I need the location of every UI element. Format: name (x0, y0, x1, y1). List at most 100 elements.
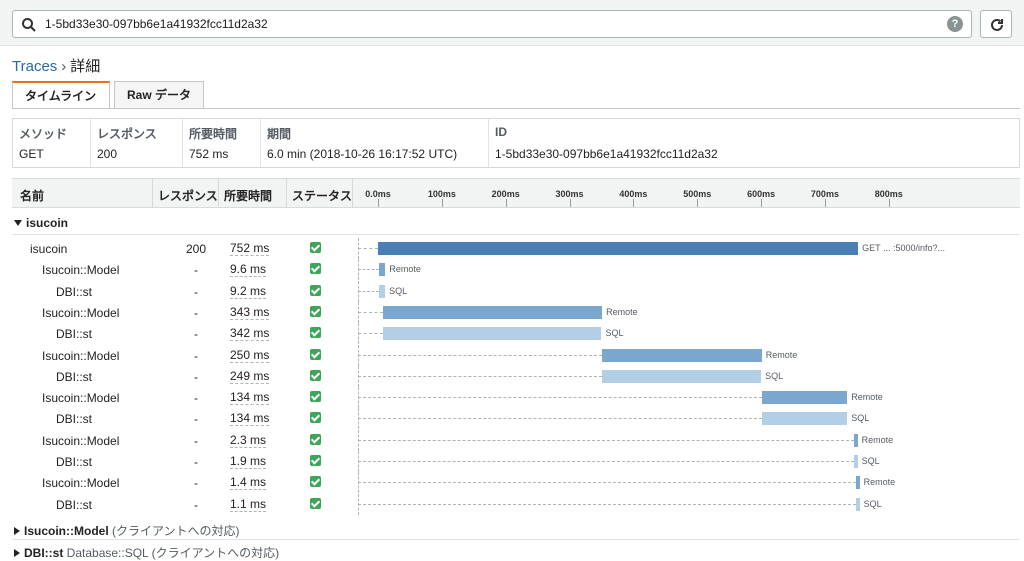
segment-duration[interactable]: 9.6 ms (230, 263, 267, 278)
segment-bar-label: GET ... :5000/info?... (862, 243, 946, 253)
segment-name: Isucoin::Model (42, 305, 120, 320)
segment-response: - (194, 284, 198, 299)
help-icon[interactable]: ? (947, 16, 963, 32)
segment-bar-label: SQL (861, 456, 880, 466)
axis-tick-label: 200ms (491, 189, 520, 199)
segment-duration[interactable]: 249 ms (230, 369, 270, 384)
collapsed-group-dbi-st[interactable]: DBI::st Database::SQL (クライアントへの対応) (14, 544, 279, 561)
axis-tick-mark (888, 199, 890, 207)
segment-duration[interactable]: 2.3 ms (230, 433, 267, 448)
axis-tick-label: 500ms (683, 189, 712, 199)
tree-connector (358, 482, 856, 484)
segment-row[interactable]: Isucoin::Model - 9.6 ms Remote (0, 259, 1024, 281)
segment-duration[interactable]: 250 ms (230, 348, 270, 363)
tree-connector (358, 354, 603, 356)
segment-response: - (194, 369, 198, 384)
check-icon (310, 476, 321, 488)
segment-bar[interactable] (853, 455, 858, 468)
col-duration[interactable]: 所要時間 (224, 187, 272, 204)
segment-row[interactable]: DBI::st - 1.9 ms SQL (0, 451, 1024, 472)
segment-bar-label: Remote (606, 306, 638, 317)
segment-name: Isucoin::Model (42, 391, 120, 406)
tree-connector (358, 397, 762, 399)
segment-duration[interactable]: 343 ms (230, 305, 270, 320)
segment-bar[interactable] (378, 242, 859, 255)
trace-search-input[interactable]: 1-5bd33e30-097bb6e1a41932fcc11d2a32 ? (12, 10, 972, 38)
segment-row[interactable]: Isucoin::Model - 134 ms Remote (0, 387, 1024, 409)
group-isucoin[interactable]: isucoin (14, 216, 68, 230)
segment-row[interactable]: Isucoin::Model - 2.3 ms Remote (0, 429, 1024, 451)
segment-bar[interactable] (602, 369, 762, 383)
segment-duration[interactable]: 752 ms (230, 242, 270, 256)
segment-bar-label: SQL (851, 413, 870, 424)
col-response[interactable]: レスポンス (158, 187, 218, 204)
segment-row[interactable]: Isucoin::Model - 343 ms Remote (0, 301, 1024, 323)
axis-tick-mark (378, 199, 379, 207)
segment-bar[interactable] (379, 263, 386, 277)
breadcrumb: Traces › 詳細 (12, 55, 100, 76)
breadcrumb-current: 詳細 (70, 58, 101, 75)
segment-response: - (194, 327, 198, 342)
collapsed-group-isucoin-model[interactable]: Isucoin::Model (クライアントへの対応) (14, 522, 240, 539)
top-bar: 1-5bd33e30-097bb6e1a41932fcc11d2a32 ? (0, 0, 1024, 46)
segment-bar[interactable] (383, 327, 602, 341)
axis-tick-label: 600ms (747, 189, 776, 199)
timeline-table-header: 名前 レスポンス 所要時間 ステータス 0.0ms 100ms 200ms 300ms… (12, 178, 1020, 208)
caret-right-icon (14, 549, 20, 557)
segment-row[interactable]: DBI::st - 134 ms SQL (0, 408, 1024, 430)
refresh-icon (991, 18, 1003, 31)
segment-duration[interactable]: 134 ms (230, 412, 270, 427)
segment-name: Isucoin::Model (42, 263, 120, 278)
search-value[interactable]: 1-5bd33e30-097bb6e1a41932fcc11d2a32 (45, 17, 268, 31)
segment-bar[interactable] (761, 391, 848, 405)
trace-summary: メソッド GET レスポンス 200 所要時間 752 ms 期間 6.0 min (2… (12, 118, 1020, 168)
check-icon (310, 433, 321, 445)
segment-bar-label: Remote (765, 349, 798, 360)
tree-connector (358, 269, 380, 271)
check-icon (310, 391, 321, 403)
tab-timeline[interactable]: タイムライン (12, 81, 110, 109)
segment-bar[interactable] (379, 284, 386, 298)
segment-response: - (194, 476, 198, 491)
segment-bar[interactable] (761, 412, 848, 426)
axis-tick-mark (505, 199, 507, 207)
segment-bar[interactable] (602, 348, 762, 362)
breadcrumb-traces-link[interactable]: Traces (12, 58, 57, 75)
segment-bar-label: SQL (863, 498, 882, 509)
caret-right-icon (14, 527, 20, 535)
segment-row[interactable]: DBI::st - 342 ms SQL (0, 323, 1024, 345)
breadcrumb-separator: › (61, 58, 67, 75)
segment-row[interactable]: DBI::st - 249 ms SQL (0, 365, 1024, 387)
segment-bar[interactable] (853, 433, 858, 447)
segment-response: - (194, 433, 198, 448)
segment-bar[interactable] (855, 476, 860, 490)
segment-name: DBI::st (56, 412, 93, 427)
refresh-button[interactable] (980, 10, 1012, 38)
segment-duration[interactable]: 342 ms (230, 327, 270, 342)
segment-row[interactable]: isucoin 200 752 ms GET ... :5000/info?... (0, 238, 1024, 259)
axis-tick-label: 400ms (619, 189, 648, 199)
segment-bar[interactable] (383, 305, 603, 319)
segment-row[interactable]: DBI::st - 9.2 ms SQL (0, 280, 1024, 302)
segment-name: DBI::st (56, 327, 93, 342)
segment-response: - (194, 391, 198, 406)
col-status[interactable]: ステータス (292, 187, 352, 204)
check-icon (310, 327, 321, 339)
segment-row[interactable]: Isucoin::Model - 1.4 ms Remote (0, 472, 1024, 494)
segment-row[interactable]: DBI::st - 1.1 ms SQL (0, 493, 1024, 515)
segment-duration[interactable]: 1.1 ms (230, 497, 267, 512)
summary-duration: 所要時間 752 ms (183, 119, 261, 167)
segment-name: DBI::st (56, 284, 93, 299)
segment-bar[interactable] (855, 497, 860, 511)
segment-duration[interactable]: 9.2 ms (230, 284, 267, 299)
col-name[interactable]: 名前 (20, 187, 44, 204)
segment-duration[interactable]: 134 ms (230, 391, 270, 406)
segment-duration[interactable]: 1.4 ms (230, 476, 267, 491)
segment-row[interactable]: Isucoin::Model - 250 ms Remote (0, 344, 1024, 366)
tab-raw-data[interactable]: Raw データ (114, 81, 204, 109)
segment-bar-label: SQL (605, 328, 624, 339)
segment-duration[interactable]: 1.9 ms (230, 455, 267, 469)
summary-id: ID 1-5bd33e30-097bb6e1a41932fcc11d2a32 (495, 125, 718, 161)
axis-tick-label: 800ms (874, 189, 903, 199)
axis-tick-mark (633, 199, 635, 207)
